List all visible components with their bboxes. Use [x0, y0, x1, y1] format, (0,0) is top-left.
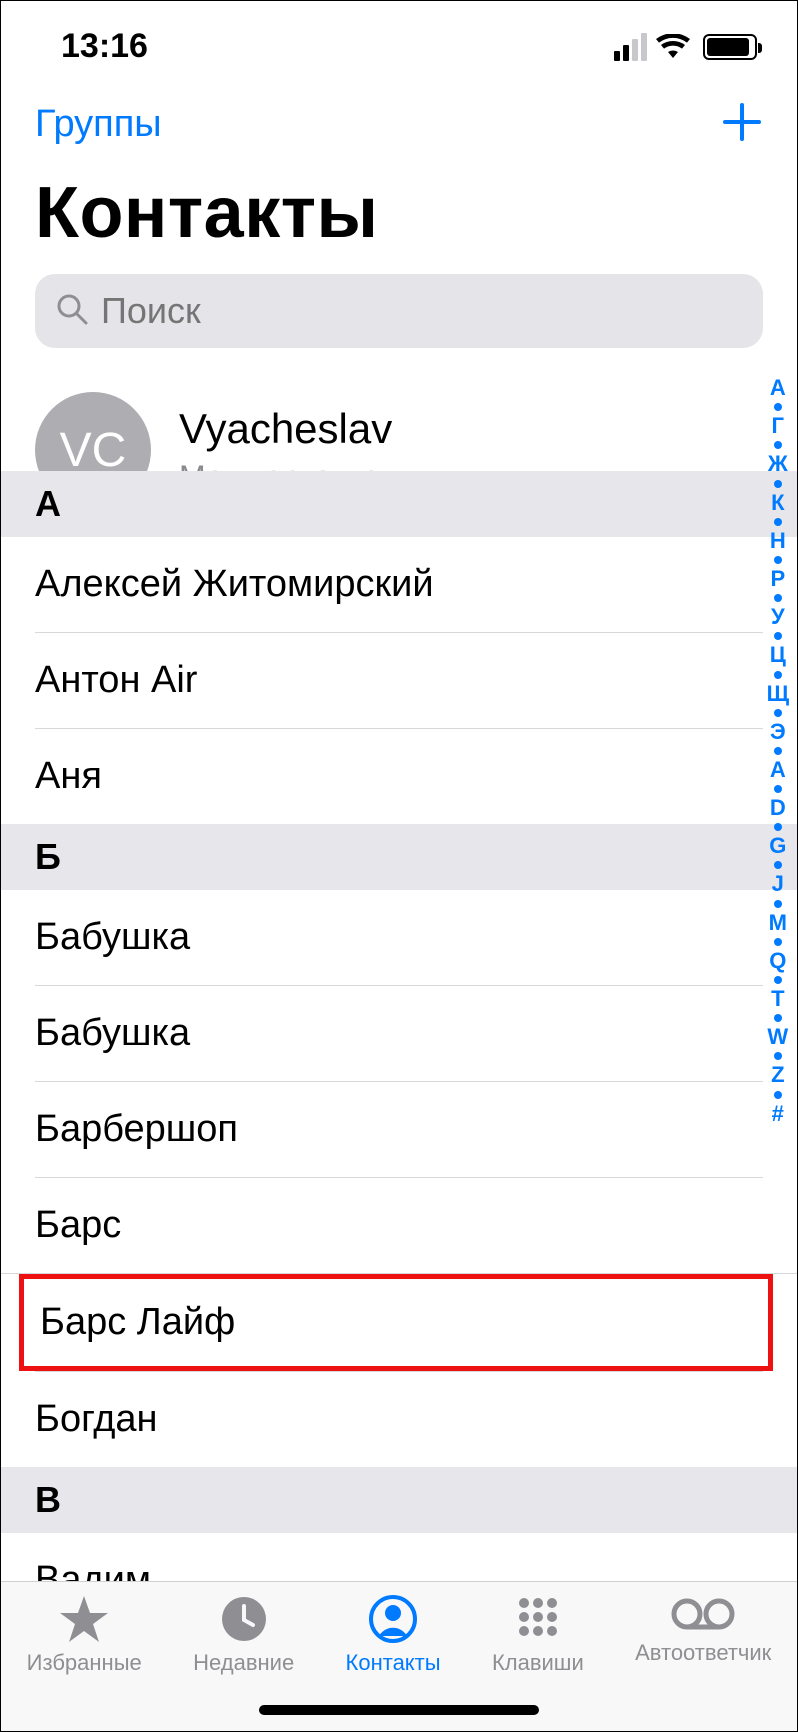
- nav-bar: Группы: [1, 76, 797, 162]
- index-letter[interactable]: A: [770, 758, 786, 782]
- index-letter[interactable]: J: [772, 872, 784, 896]
- search-input[interactable]: [101, 290, 743, 332]
- alphabet-index[interactable]: АГЖКНРУЦЩЭADGJMQTWZ #: [767, 376, 789, 1126]
- index-letter[interactable]: Q: [769, 949, 786, 973]
- tab-bar: Избранные Недавние Контакты Клавиши Авто…: [1, 1581, 797, 1731]
- index-dot: [774, 518, 782, 526]
- index-dot: [774, 709, 782, 717]
- my-card-name: Vyacheslav: [179, 405, 392, 453]
- clock: 13:16: [61, 27, 148, 66]
- index-dot: [774, 671, 782, 679]
- index-letter[interactable]: У: [771, 605, 785, 629]
- add-contact-button[interactable]: [721, 96, 763, 152]
- index-dot: [774, 900, 782, 908]
- annotation-highlight: Барс Лайф: [19, 1274, 773, 1371]
- index-dot: [774, 556, 782, 564]
- index-letter[interactable]: T: [771, 987, 784, 1011]
- index-letter[interactable]: G: [769, 834, 786, 858]
- index-letter[interactable]: Г: [772, 414, 784, 438]
- index-letter[interactable]: Р: [770, 567, 785, 591]
- index-dot: [774, 1014, 782, 1022]
- contact-row[interactable]: Бабушка: [35, 985, 763, 1081]
- index-letter[interactable]: M: [769, 911, 787, 935]
- index-letter[interactable]: W: [767, 1025, 788, 1049]
- tab-keypad[interactable]: Клавиши: [492, 1594, 584, 1676]
- index-dot: [774, 632, 782, 640]
- star-icon: [58, 1594, 110, 1644]
- index-letter[interactable]: Ж: [768, 452, 788, 476]
- page-title: Контакты: [1, 162, 797, 274]
- keypad-icon: [513, 1594, 563, 1644]
- clock-icon: [219, 1594, 269, 1644]
- index-letter[interactable]: К: [771, 491, 784, 515]
- tab-contacts[interactable]: Контакты: [346, 1594, 441, 1676]
- index-dot: [774, 594, 782, 602]
- index-dot: [774, 976, 782, 984]
- index-letter[interactable]: #: [772, 1102, 784, 1126]
- tab-recents[interactable]: Недавние: [193, 1594, 294, 1676]
- index-letter[interactable]: А: [770, 376, 786, 400]
- tab-label: Недавние: [193, 1650, 294, 1676]
- index-dot: [774, 785, 782, 793]
- index-letter[interactable]: D: [770, 796, 786, 820]
- index-letter[interactable]: Щ: [767, 682, 789, 706]
- cellular-signal-icon: [614, 33, 647, 61]
- index-dot: [774, 403, 782, 411]
- section-header: Б: [1, 824, 797, 890]
- wifi-icon: [655, 34, 691, 60]
- contact-row[interactable]: Богдан: [35, 1371, 763, 1467]
- index-letter[interactable]: Н: [770, 529, 786, 553]
- contact-row-highlighted[interactable]: Барс Лайф: [1, 1273, 797, 1371]
- index-dot: [774, 441, 782, 449]
- index-letter[interactable]: Ц: [770, 643, 786, 667]
- tab-label: Контакты: [346, 1650, 441, 1676]
- contact-row[interactable]: Вадим: [35, 1533, 763, 1581]
- status-icons: [614, 33, 757, 61]
- contact-row[interactable]: Антон Air: [35, 632, 763, 728]
- tab-label: Автоответчик: [635, 1640, 771, 1666]
- section-header: В: [1, 1467, 797, 1533]
- contact-row[interactable]: Алексей Житомирский: [35, 537, 763, 632]
- index-dot: [774, 938, 782, 946]
- tab-label: Избранные: [27, 1650, 142, 1676]
- home-indicator[interactable]: [259, 1705, 539, 1715]
- index-dot: [774, 480, 782, 488]
- battery-icon: [703, 34, 757, 60]
- tab-voicemail[interactable]: Автоответчик: [635, 1594, 771, 1666]
- contact-row[interactable]: Бабушка: [35, 890, 763, 985]
- status-bar: 13:16: [1, 1, 797, 76]
- index-dot: [774, 747, 782, 755]
- index-dot: [774, 1091, 782, 1099]
- person-circle-icon: [368, 1594, 418, 1644]
- voicemail-icon: [671, 1594, 735, 1634]
- contact-row[interactable]: Барбершоп: [35, 1081, 763, 1177]
- contact-row[interactable]: Аня: [35, 728, 763, 824]
- index-letter[interactable]: Z: [771, 1063, 784, 1087]
- contact-row[interactable]: Барс: [35, 1177, 763, 1273]
- search-field[interactable]: [35, 274, 763, 348]
- contacts-list[interactable]: А Алексей Житомирский Антон Air Аня Б Ба…: [1, 471, 797, 1581]
- section-header: А: [1, 471, 797, 537]
- groups-button[interactable]: Группы: [35, 103, 162, 146]
- tab-label: Клавиши: [492, 1650, 584, 1676]
- index-dot: [774, 823, 782, 831]
- search-icon: [55, 292, 89, 331]
- tab-favorites[interactable]: Избранные: [27, 1594, 142, 1676]
- index-dot: [774, 1052, 782, 1060]
- index-dot: [774, 861, 782, 869]
- index-letter[interactable]: Э: [770, 720, 786, 744]
